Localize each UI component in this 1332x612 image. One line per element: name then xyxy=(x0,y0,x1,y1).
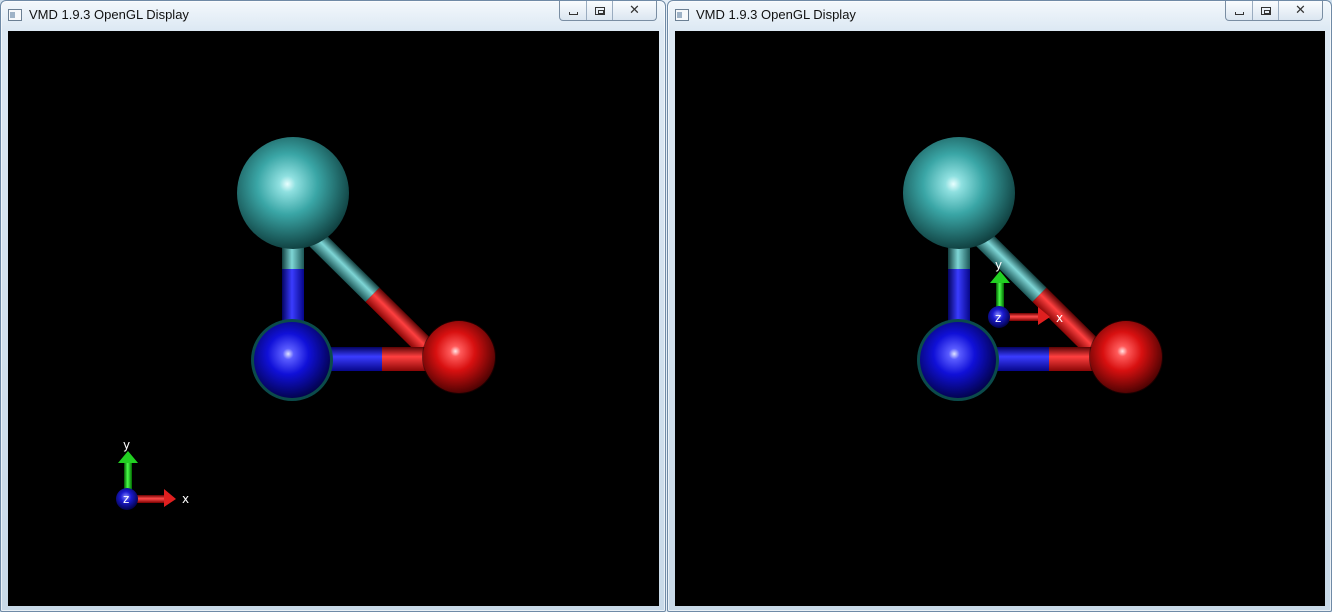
y-axis-arrowhead xyxy=(118,451,138,463)
maximize-button[interactable] xyxy=(1252,1,1278,20)
minimize-icon xyxy=(568,12,578,15)
restore-icon xyxy=(594,6,605,15)
x-axis-label: x xyxy=(1056,311,1063,325)
opengl-viewport[interactable]: y x z xyxy=(675,31,1325,606)
minimize-button[interactable] xyxy=(560,1,586,20)
blue-atom xyxy=(254,322,330,398)
blue-atom xyxy=(920,322,996,398)
title-bar[interactable]: VMD 1.9.3 OpenGL Display ✕ xyxy=(668,1,1331,29)
z-axis-label: z xyxy=(995,311,1001,325)
molecule-scene: y x z xyxy=(903,137,1163,401)
y-axis-label: y xyxy=(123,438,130,452)
window-controls: ✕ xyxy=(559,1,657,21)
red-atom xyxy=(1090,321,1162,393)
x-axis-label: x xyxy=(182,492,189,506)
close-icon: ✕ xyxy=(629,3,640,18)
window-controls: ✕ xyxy=(1225,1,1323,21)
axes-indicator: y x z xyxy=(116,438,189,510)
app-icon[interactable] xyxy=(675,9,689,21)
minimize-button[interactable] xyxy=(1226,1,1252,20)
restore-icon xyxy=(1260,6,1271,15)
app-icon[interactable] xyxy=(8,9,22,21)
red-atom xyxy=(423,321,495,393)
molecule-scene: y x z xyxy=(116,137,496,510)
maximize-button[interactable] xyxy=(586,1,612,20)
y-axis-label: y xyxy=(995,258,1002,272)
vmd-display-window-right[interactable]: VMD 1.9.3 OpenGL Display ✕ y x z xyxy=(667,0,1332,612)
close-button[interactable]: ✕ xyxy=(612,1,656,20)
close-icon: ✕ xyxy=(1295,3,1306,18)
minimize-icon xyxy=(1234,12,1244,15)
vmd-display-window-left[interactable]: VMD 1.9.3 OpenGL Display ✕ y x z xyxy=(0,0,666,612)
cyan-atom xyxy=(237,137,349,249)
z-axis-label: z xyxy=(123,492,129,506)
window-title: VMD 1.9.3 OpenGL Display xyxy=(696,7,856,22)
x-axis-arrowhead xyxy=(164,489,176,507)
window-title: VMD 1.9.3 OpenGL Display xyxy=(29,7,189,22)
cyan-atom xyxy=(903,137,1015,249)
title-bar[interactable]: VMD 1.9.3 OpenGL Display ✕ xyxy=(1,1,665,29)
close-button[interactable]: ✕ xyxy=(1278,1,1322,20)
opengl-viewport[interactable]: y x z xyxy=(8,31,659,606)
